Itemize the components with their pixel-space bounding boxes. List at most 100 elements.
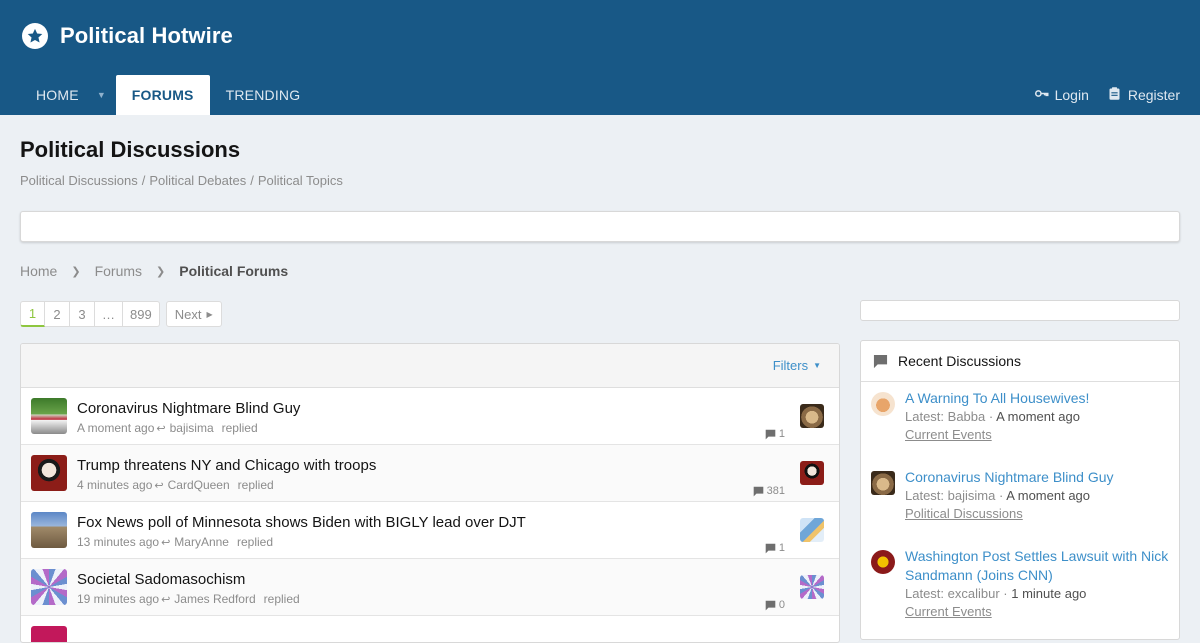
reply-arrow-icon: ↩	[161, 536, 171, 549]
recent-item-title[interactable]: Coronavirus Nightmare Blind Guy	[905, 468, 1169, 487]
recent-item-title[interactable]: A Warning To All Housewives!	[905, 389, 1169, 408]
thread-row[interactable]: Coronavirus Nightmare Blind Guy A moment…	[21, 388, 839, 445]
recent-item-forum[interactable]: Current Events	[905, 426, 1169, 444]
comment-icon	[873, 354, 888, 368]
thread-time[interactable]: 4 minutes ago	[77, 478, 152, 492]
spiral-avatar[interactable]	[31, 569, 67, 605]
page-header: Political Discussions Political Discussi…	[20, 137, 343, 188]
thread-title[interactable]: Trump threatens NY and Chicago with troo…	[77, 457, 376, 474]
thread-user[interactable]: MaryAnne	[174, 535, 229, 549]
latest-prefix: Latest:	[905, 409, 945, 424]
recent-item: A Warning To All Housewives! Latest: Bab…	[861, 382, 1179, 444]
comment-icon	[765, 600, 776, 610]
subtitle-item: Political Topics	[257, 173, 343, 188]
clipboard-icon	[1107, 86, 1122, 104]
next-label: Next	[174, 306, 202, 322]
reply-count-value: 1	[778, 428, 785, 440]
chevron-down-icon: ▼	[813, 361, 821, 370]
thread-user[interactable]: bajisima	[170, 421, 214, 435]
blocks-avatar[interactable]	[800, 518, 824, 542]
thread-action: replied	[237, 478, 274, 492]
page-title: Political Discussions	[20, 137, 241, 162]
recent-item-latest: Latest: Babba · A moment ago	[905, 409, 1080, 424]
reply-count: 381	[753, 485, 785, 497]
thread-row[interactable]: Fox News poll of Minnesota shows Biden w…	[21, 502, 839, 559]
key-icon	[1034, 86, 1049, 104]
redskins-avatar[interactable]	[871, 550, 895, 574]
queen-avatar[interactable]	[31, 455, 67, 491]
thread-time[interactable]: 13 minutes ago	[77, 535, 159, 549]
thread-title[interactable]: Societal Sadomasochism	[77, 571, 245, 588]
page-link[interactable]: 3	[70, 301, 95, 327]
filters-button[interactable]: Filters ▼	[773, 358, 821, 373]
site-logo[interactable]: Political Hotwire	[22, 23, 233, 49]
tab-forums[interactable]: FORUMS	[115, 75, 210, 115]
site-name: Political Hotwire	[60, 23, 233, 48]
page-link[interactable]: 2	[45, 301, 70, 327]
tab-home[interactable]: HOME	[20, 75, 95, 115]
page-link-last[interactable]: 899	[123, 301, 160, 327]
next-page-button[interactable]: Next ▶	[165, 301, 222, 327]
breadcrumb-current[interactable]: Political Forums	[179, 263, 288, 279]
register-link[interactable]: Register	[1107, 86, 1180, 104]
recent-item-title[interactable]: Washington Post Settles Lawsuit with Nic…	[905, 547, 1169, 585]
thread-meta: 4 minutes ago ↩ CardQueen replied	[77, 478, 274, 492]
tab-trending[interactable]: TRENDING	[210, 75, 317, 115]
latest-time[interactable]: A moment ago	[1006, 488, 1090, 503]
breadcrumb-home[interactable]: Home	[20, 263, 57, 279]
latest-user[interactable]: bajisima	[948, 488, 996, 503]
recent-item-forum[interactable]: Current Events	[905, 603, 1169, 621]
recent-discussions-title: Recent Discussions	[898, 353, 1021, 369]
login-link[interactable]: Login	[1034, 86, 1089, 104]
thread-row[interactable]: Trump threatens NY and Chicago with troo…	[21, 445, 839, 502]
reply-arrow-icon: ↩	[161, 593, 171, 606]
bear-avatar[interactable]	[871, 392, 895, 416]
spiral-avatar[interactable]	[800, 575, 824, 599]
reply-count-value: 381	[766, 485, 785, 497]
thread-list: Filters ▼ Coronavirus Nightmare Blind Gu…	[20, 343, 840, 643]
register-label: Register	[1127, 87, 1180, 103]
reply-arrow-icon: ↩	[156, 422, 166, 435]
latest-time[interactable]: 1 minute ago	[1011, 586, 1086, 601]
thread-title[interactable]: Fox News poll of Minnesota shows Biden w…	[77, 514, 526, 531]
login-label: Login	[1054, 87, 1089, 103]
dog-avatar[interactable]	[871, 471, 895, 495]
recent-item-latest: Latest: bajisima · A moment ago	[905, 488, 1091, 503]
pink-avatar[interactable]	[31, 626, 67, 642]
reply-count-value: 1	[778, 542, 785, 554]
queen-avatar[interactable]	[800, 461, 824, 485]
reply-count: 0	[765, 599, 785, 611]
recent-item-forum[interactable]: Political Discussions	[905, 505, 1169, 523]
thread-user[interactable]: James Redford	[174, 592, 255, 606]
thread-meta: A moment ago ↩ bajisima replied	[77, 421, 258, 435]
star-badge-icon	[22, 23, 48, 49]
subtitle-separator: /	[250, 173, 254, 188]
thread-meta: 13 minutes ago ↩ MaryAnne replied	[77, 535, 273, 549]
latest-time[interactable]: A moment ago	[996, 409, 1080, 424]
reply-arrow-icon: ↩	[154, 479, 164, 492]
reply-count: 1	[765, 428, 785, 440]
tree-avatar[interactable]	[31, 398, 67, 434]
thread-time[interactable]: A moment ago	[77, 421, 154, 435]
thread-action: replied	[236, 535, 274, 549]
thread-title[interactable]: Coronavirus Nightmare Blind Guy	[77, 400, 300, 417]
latest-user[interactable]: excalibur	[948, 586, 1000, 601]
comment-icon	[765, 429, 776, 439]
thread-user[interactable]: CardQueen	[168, 478, 230, 492]
thread-time[interactable]: 19 minutes ago	[77, 592, 159, 606]
breadcrumb-forums[interactable]: Forums	[95, 263, 142, 279]
site-header: Political Hotwire HOME ▼ FORUMS TRENDING…	[0, 0, 1200, 115]
thread-action: replied	[221, 421, 258, 435]
rock-avatar[interactable]	[31, 512, 67, 548]
chevron-down-icon[interactable]: ▼	[95, 75, 116, 115]
page-link-current[interactable]: 1	[20, 301, 45, 327]
page-ellipsis[interactable]: …	[95, 301, 123, 327]
thread-list-header: Filters ▼	[21, 344, 839, 388]
dog-avatar[interactable]	[800, 404, 824, 428]
comment-icon	[753, 486, 763, 496]
page-subtitle: Political Discussions / Political Debates /…	[20, 173, 343, 188]
thread-row[interactable]: Societal Sadomasochism 19 minutes ago ↩ …	[21, 559, 839, 616]
chevron-right-icon: ❯	[71, 265, 81, 278]
reply-count: 1	[765, 542, 785, 554]
latest-user[interactable]: Babba	[948, 409, 986, 424]
